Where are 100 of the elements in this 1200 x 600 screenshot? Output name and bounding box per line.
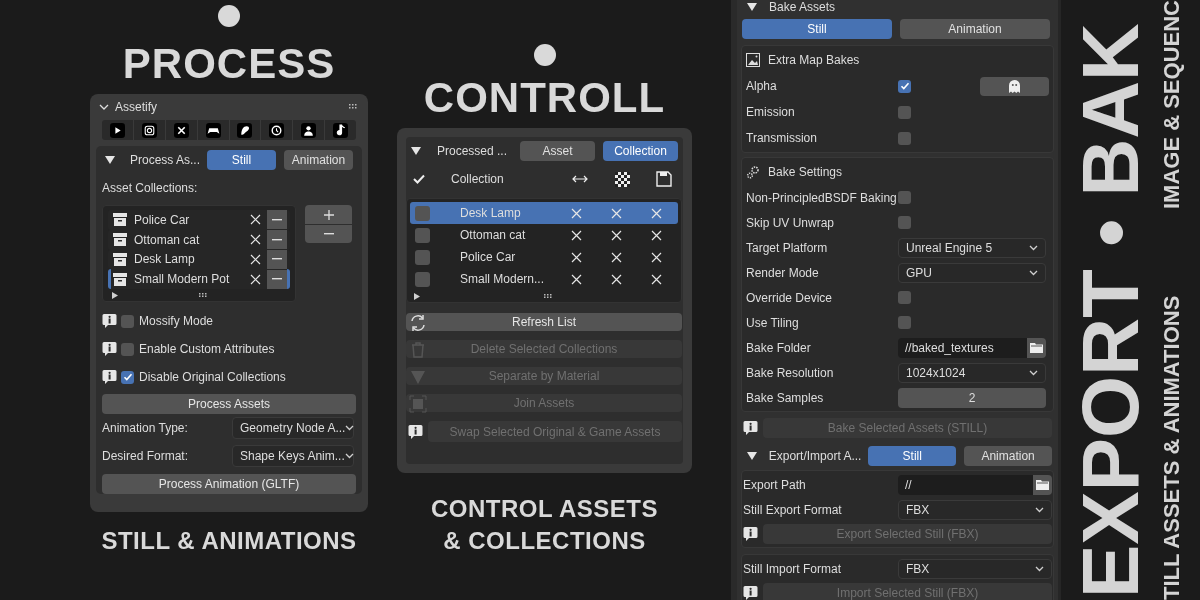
checkbox[interactable]	[898, 216, 911, 229]
number-field[interactable]: 2	[898, 387, 1046, 408]
dropdown[interactable]: FBX	[898, 499, 1052, 520]
chevron-icon[interactable]	[99, 103, 109, 111]
collapse-triangle-icon[interactable]	[414, 292, 420, 300]
list-row[interactable]: Police Car	[410, 246, 678, 268]
remove-button[interactable]	[267, 230, 287, 250]
folder-button[interactable]	[1033, 474, 1052, 495]
dropdown[interactable]: Geometry Node A...	[232, 417, 354, 439]
remove-button[interactable]	[267, 269, 287, 289]
action-button[interactable]: Refresh List	[406, 313, 682, 331]
path-field[interactable]: //baked_textures	[898, 337, 1027, 358]
dropdown[interactable]: Unreal Engine 5	[898, 237, 1046, 258]
banner-subtitle: IMAGE & SEQUENC	[1159, 0, 1185, 210]
panel-title[interactable]: Assetify	[115, 98, 343, 116]
check-icon	[413, 174, 425, 184]
close-icon[interactable]	[610, 229, 622, 241]
checkbox[interactable]	[415, 205, 430, 221]
checkbox-label: Enable Custom Attributes	[139, 341, 275, 358]
list-row[interactable]: Ottoman cat	[410, 224, 678, 246]
play-icon[interactable]	[109, 122, 125, 138]
close-icon[interactable]	[650, 273, 662, 285]
clock-icon[interactable]	[269, 122, 285, 138]
checkbox[interactable]	[121, 342, 134, 356]
tab[interactable]: Animation	[900, 19, 1050, 39]
checkbox[interactable]	[415, 227, 430, 243]
checkbox[interactable]	[898, 316, 911, 329]
tab[interactable]: Still	[868, 446, 957, 466]
dropdown[interactable]: FBX	[898, 558, 1052, 579]
path-field[interactable]: //	[898, 474, 1033, 495]
tab[interactable]: Still	[207, 150, 276, 170]
chevron-icon	[1029, 244, 1038, 251]
process-button[interactable]: Process Assets	[102, 394, 356, 414]
process-button[interactable]: Process Animation (GLTF)	[102, 474, 356, 494]
collection-item[interactable]: Small Modern Pot	[108, 269, 290, 290]
section-title[interactable]: Bake Assets	[769, 0, 836, 16]
subpanel-title: Extra Map Bakes	[768, 52, 860, 69]
close-icon[interactable]	[250, 234, 261, 246]
chevron-icon	[1035, 506, 1044, 513]
note-icon[interactable]	[333, 122, 349, 138]
checkbox[interactable]	[415, 249, 430, 265]
collapse-triangle-icon[interactable]	[112, 291, 118, 299]
expand-triangle-icon[interactable]	[105, 156, 115, 164]
close-icon[interactable]	[570, 273, 582, 285]
section-title[interactable]: Process As...	[130, 151, 207, 169]
close-icon[interactable]	[610, 273, 622, 285]
tab[interactable]: Asset	[520, 141, 595, 161]
close-icon[interactable]	[250, 214, 261, 226]
tab[interactable]: Still	[742, 19, 892, 39]
person-icon[interactable]	[301, 122, 317, 138]
field-label: Export Path	[743, 476, 807, 494]
checkbox[interactable]	[898, 191, 911, 204]
chevron-icon	[344, 453, 354, 459]
heading: CONTROLL	[423, 76, 666, 120]
close-icon[interactable]	[650, 251, 662, 263]
checkbox[interactable]	[121, 314, 134, 328]
section-title[interactable]: Processed ...	[437, 142, 520, 160]
column-header: Collection	[451, 171, 505, 188]
dropdown[interactable]: 1024x1024	[898, 362, 1046, 383]
expand-triangle-icon[interactable]	[747, 452, 757, 460]
archive-box-icon	[113, 252, 127, 266]
close-icon[interactable]	[570, 229, 582, 241]
checkbox[interactable]	[898, 79, 911, 93]
close-icon[interactable]	[250, 253, 261, 265]
cross-icon[interactable]	[173, 122, 189, 138]
dropdown[interactable]: GPU	[898, 262, 1046, 283]
minus-icon	[272, 238, 282, 241]
caption: CONTROL ASSETS	[431, 494, 658, 524]
info-icon	[102, 313, 117, 329]
camera-icon[interactable]	[141, 122, 157, 138]
close-icon[interactable]	[570, 251, 582, 263]
checkbox[interactable]	[898, 131, 911, 145]
grip-icon[interactable]	[199, 293, 209, 298]
list-row[interactable]: Desk Lamp	[410, 202, 678, 224]
archive-box-icon	[113, 233, 127, 247]
close-icon[interactable]	[250, 273, 261, 285]
list-row[interactable]: Small Modern...	[410, 268, 678, 290]
info-icon	[102, 341, 117, 357]
expand-triangle-icon[interactable]	[411, 147, 421, 155]
minus-icon	[272, 278, 282, 281]
checkbox[interactable]	[898, 291, 911, 304]
section-title[interactable]: Export/Import A...	[768, 447, 869, 465]
add-button[interactable]	[305, 205, 352, 224]
tab[interactable]: Animation	[284, 150, 353, 170]
tab[interactable]: Collection	[603, 141, 678, 161]
checkbox[interactable]	[898, 105, 911, 119]
field-label: Alpha	[746, 78, 778, 95]
expand-triangle-icon[interactable]	[747, 2, 757, 11]
checkbox[interactable]	[415, 271, 430, 287]
folder-button[interactable]	[1027, 337, 1046, 358]
blob-icon[interactable]	[237, 122, 253, 138]
close-icon[interactable]	[650, 229, 662, 241]
ghost-button[interactable]	[980, 76, 1049, 96]
dropdown[interactable]: Shape Keys Anim...	[232, 445, 354, 467]
grip-icon[interactable]	[544, 294, 554, 298]
item-name: Desk Lamp	[460, 205, 522, 222]
tab[interactable]: Animation	[964, 446, 1052, 466]
close-icon[interactable]	[610, 251, 622, 263]
checkbox[interactable]	[121, 370, 134, 384]
remove-button[interactable]	[267, 210, 287, 230]
